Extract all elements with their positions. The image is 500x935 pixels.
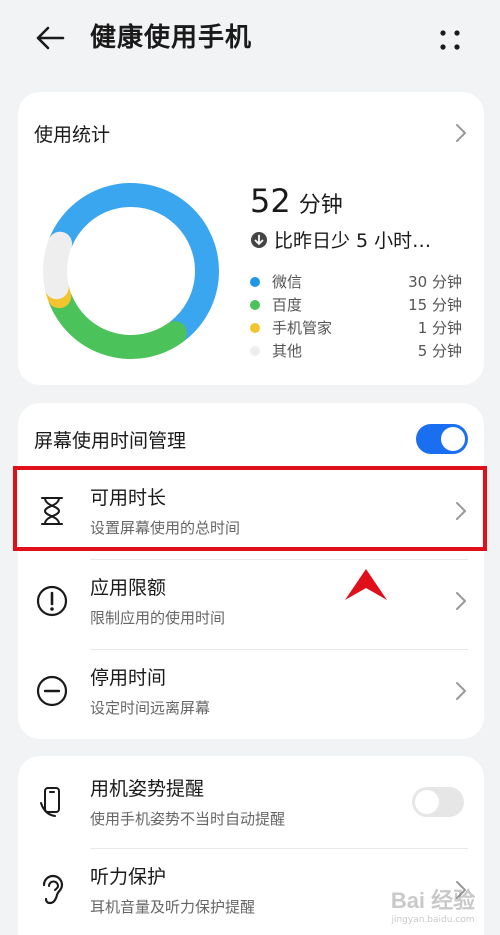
item-sub: 使用手机姿势不当时自动提醒 — [90, 810, 286, 828]
item-sub: 设定时间远离屏幕 — [90, 699, 211, 717]
usage-donut-chart — [43, 183, 219, 359]
screen-time-card: 屏幕使用时间管理 可用时长 设置屏幕使用的总时间 应用限额 限制应用的使用时间 … — [18, 403, 484, 739]
legend-dot — [250, 299, 260, 310]
compare-text: 比昨日少 5 小时… — [274, 230, 432, 252]
screen-time-header: 屏幕使用时间管理 — [34, 419, 468, 459]
item-sub: 限制应用的使用时间 — [90, 609, 226, 627]
donut-slice-2 — [48, 286, 187, 359]
legend-value: 1 分钟 — [417, 319, 462, 337]
legend-name: 其他 — [272, 342, 303, 360]
usage-legend: 微信 30 分钟 百度 15 分钟 手机管家 1 分钟 其他 5 分钟 — [250, 270, 462, 362]
legend-value: 30 分钟 — [408, 273, 462, 291]
total-usage: 52 分钟 — [250, 182, 343, 220]
chevron-right-icon — [454, 680, 468, 702]
item-label: 停用时间 — [90, 667, 167, 689]
legend-item: 手机管家 1 分钟 — [250, 316, 462, 339]
screen-time-title: 屏幕使用时间管理 — [34, 429, 187, 452]
legend-value: 15 分钟 — [408, 296, 462, 314]
screen-time-toggle[interactable] — [416, 424, 468, 454]
chevron-right-icon — [454, 590, 468, 612]
more-dots-icon[interactable] — [430, 20, 470, 60]
page-title: 健康使用手机 — [90, 23, 253, 53]
app-bar: 健康使用手机 — [0, 0, 500, 78]
legend-dot — [250, 322, 260, 333]
list-item-downtime[interactable]: 停用时间 设定时间远离屏幕 — [18, 649, 484, 733]
highlight-box — [13, 466, 487, 551]
total-usage-unit: 分钟 — [298, 193, 343, 218]
donut-slice-1 — [49, 183, 219, 344]
usage-stats-header[interactable]: 使用统计 — [34, 118, 468, 148]
watermark-brand: Bai 经验 — [390, 888, 476, 913]
red-arrow-icon — [345, 569, 387, 600]
legend-item: 其他 5 分钟 — [250, 339, 462, 362]
legend-item: 百度 15 分钟 — [250, 293, 462, 316]
down-arrow-circle-icon — [250, 231, 268, 249]
item-label: 听力保护 — [90, 866, 167, 888]
back-arrow-icon[interactable] — [28, 18, 72, 58]
ear-icon — [34, 872, 70, 908]
minus-circle-icon — [34, 673, 70, 709]
baidu-watermark: Bai 经验 jingyan.baidu.com — [374, 877, 492, 931]
legend-dot — [250, 276, 260, 287]
item-sub: 耳机音量及听力保护提醒 — [90, 898, 256, 916]
legend-name: 微信 — [272, 273, 303, 291]
donut-slice-4 — [43, 231, 73, 300]
toggle-knob — [415, 790, 439, 814]
legend-name: 百度 — [272, 296, 303, 314]
legend-name: 手机管家 — [272, 319, 333, 337]
total-usage-value: 52 — [250, 182, 291, 220]
compare-yesterday: 比昨日少 5 小时… — [250, 226, 431, 253]
watermark-url: jingyan.baidu.com — [391, 915, 475, 925]
legend-item: 微信 30 分钟 — [250, 270, 462, 293]
exclamation-circle-icon — [34, 583, 70, 619]
toggle-knob — [441, 427, 465, 451]
usage-stats-title: 使用统计 — [34, 123, 111, 146]
usage-stats-card[interactable]: 使用统计 52 分钟 比昨日少 5 小时… 微信 30 分钟 百度 15 分钟 … — [18, 92, 484, 385]
item-label: 应用限额 — [90, 577, 167, 599]
chevron-right-icon — [454, 122, 468, 144]
legend-dot — [250, 345, 260, 356]
phone-posture-icon — [34, 784, 70, 820]
item-label: 用机姿势提醒 — [90, 778, 205, 800]
legend-value: 5 分钟 — [417, 342, 462, 360]
posture-reminder-toggle[interactable] — [412, 787, 464, 817]
list-item-app-limits[interactable]: 应用限额 限制应用的使用时间 — [18, 559, 484, 643]
list-item-posture-reminder[interactable]: 用机姿势提醒 使用手机姿势不当时自动提醒 — [18, 760, 484, 844]
